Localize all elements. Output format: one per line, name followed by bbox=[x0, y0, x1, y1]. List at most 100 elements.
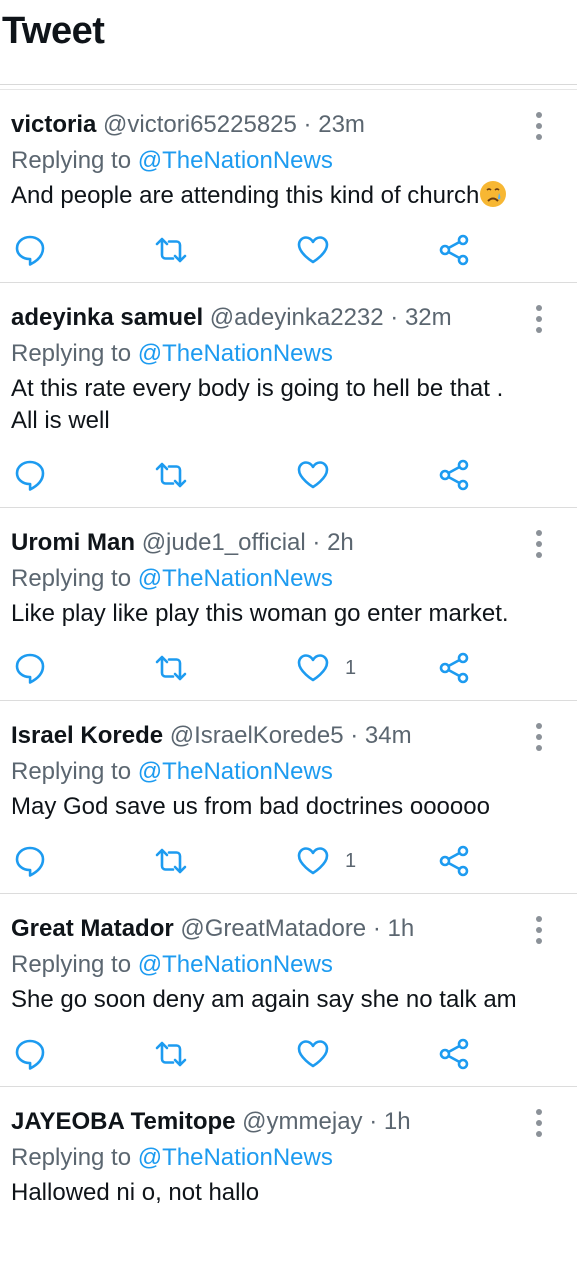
author-name[interactable]: adeyinka samuel bbox=[11, 304, 203, 331]
replying-to-label: Replying to bbox=[11, 340, 132, 367]
share-button[interactable] bbox=[436, 841, 472, 881]
heart-icon bbox=[297, 461, 329, 489]
tweet-text: Hallowed ni o, not hallo bbox=[11, 1179, 260, 1206]
mention-link[interactable]: @TheNationNews bbox=[138, 340, 333, 367]
like-count: 1 bbox=[345, 849, 357, 872]
reply-icon bbox=[15, 460, 45, 491]
timestamp[interactable]: 32m bbox=[405, 304, 452, 331]
mention-link[interactable]: @TheNationNews bbox=[138, 1144, 333, 1171]
heart-icon bbox=[297, 847, 329, 875]
mention-link[interactable]: @TheNationNews bbox=[138, 951, 333, 978]
reply-button[interactable] bbox=[12, 455, 48, 495]
replying-to-label: Replying to bbox=[11, 1144, 132, 1171]
share-button[interactable] bbox=[436, 230, 472, 270]
author-handle[interactable]: @jude1_official bbox=[142, 529, 306, 556]
tweet-text-content: And people are attending this kind of ch… bbox=[11, 182, 480, 209]
page-title: Tweet bbox=[2, 10, 105, 52]
heart-icon bbox=[297, 1040, 329, 1068]
page-header: Tweet bbox=[0, 0, 577, 90]
separator-dot: · bbox=[390, 304, 405, 331]
tweet-text: She go soon deny am again say she no tal… bbox=[11, 986, 517, 1013]
author-handle[interactable]: @victori65225825 bbox=[103, 111, 297, 138]
author-name[interactable]: Israel Korede bbox=[11, 722, 163, 749]
like-button[interactable]: 1 bbox=[295, 648, 356, 688]
share-button[interactable] bbox=[436, 1034, 472, 1074]
tweet[interactable]: victoria @victori65225825 · 23m Replying… bbox=[0, 90, 577, 283]
tweet-actions bbox=[0, 1034, 577, 1086]
more-options-icon[interactable] bbox=[531, 305, 547, 333]
more-options-icon[interactable] bbox=[531, 112, 547, 140]
author-handle[interactable]: @ymmejay bbox=[242, 1108, 362, 1135]
share-icon bbox=[439, 1038, 469, 1070]
reply-button[interactable] bbox=[12, 1034, 48, 1074]
tweet-actions: 1 bbox=[0, 841, 577, 893]
tweet[interactable]: Great Matador @GreatMatadore · 1h Replyi… bbox=[0, 894, 577, 1087]
replying-to-line: Replying to @TheNationNews bbox=[11, 146, 517, 176]
tweet-header: adeyinka samuel @adeyinka2232 · 32m bbox=[11, 303, 517, 333]
more-options-icon[interactable] bbox=[531, 1109, 547, 1137]
like-button[interactable]: 1 bbox=[295, 841, 356, 881]
tweet[interactable]: adeyinka samuel @adeyinka2232 · 32m Repl… bbox=[0, 283, 577, 508]
replying-to-label: Replying to bbox=[11, 758, 132, 785]
timestamp[interactable]: 1h bbox=[384, 1108, 411, 1135]
share-button[interactable] bbox=[436, 455, 472, 495]
mention-link[interactable]: @TheNationNews bbox=[138, 758, 333, 785]
replying-to-line: Replying to @TheNationNews bbox=[11, 564, 517, 594]
tweet-actions bbox=[0, 455, 577, 507]
like-count: 1 bbox=[345, 656, 357, 679]
like-button[interactable] bbox=[295, 230, 345, 270]
like-button[interactable] bbox=[295, 1034, 345, 1074]
separator-dot: · bbox=[372, 915, 388, 942]
timestamp[interactable]: 1h bbox=[388, 915, 415, 942]
author-handle[interactable]: @GreatMatadore bbox=[180, 915, 366, 942]
separator-dot: · bbox=[350, 722, 365, 749]
replying-to-label: Replying to bbox=[11, 565, 132, 592]
tweet-text: And people are attending this kind of ch… bbox=[11, 180, 517, 212]
retweet-button[interactable] bbox=[153, 648, 189, 688]
retweet-button[interactable] bbox=[153, 841, 189, 881]
tweet[interactable]: Uromi Man @jude1_official · 2h Replying … bbox=[0, 508, 577, 701]
share-icon bbox=[439, 652, 469, 684]
more-options-icon[interactable] bbox=[531, 723, 547, 751]
like-button[interactable] bbox=[295, 455, 345, 495]
tweet[interactable]: Israel Korede @IsraelKorede5 · 34m Reply… bbox=[0, 701, 577, 894]
heart-icon bbox=[297, 236, 329, 264]
tweet-text: Like play like play this woman go enter … bbox=[11, 600, 509, 627]
retweet-button[interactable] bbox=[153, 1034, 189, 1074]
retweet-icon bbox=[155, 462, 187, 488]
reply-feed: victoria @victori65225825 · 23m Replying… bbox=[0, 90, 577, 1209]
author-handle[interactable]: @IsraelKorede5 bbox=[170, 722, 344, 749]
reply-button[interactable] bbox=[12, 841, 48, 881]
separator-dot: · bbox=[303, 111, 319, 138]
replying-to-line: Replying to @TheNationNews bbox=[11, 950, 517, 980]
retweet-icon bbox=[155, 848, 187, 874]
timestamp[interactable]: 2h bbox=[327, 529, 354, 556]
author-name[interactable]: JAYEOBA Temitope bbox=[11, 1108, 236, 1135]
author-name[interactable]: Uromi Man bbox=[11, 529, 135, 556]
reply-icon bbox=[15, 1039, 45, 1070]
reply-icon bbox=[15, 235, 45, 266]
retweet-icon bbox=[155, 1041, 187, 1067]
more-options-icon[interactable] bbox=[531, 530, 547, 558]
author-handle[interactable]: @adeyinka2232 bbox=[210, 304, 384, 331]
author-name[interactable]: victoria bbox=[11, 111, 96, 138]
retweet-icon bbox=[155, 655, 187, 681]
mention-link[interactable]: @TheNationNews bbox=[138, 147, 333, 174]
author-name[interactable]: Great Matador bbox=[11, 915, 174, 942]
share-button[interactable] bbox=[436, 648, 472, 688]
reply-button[interactable] bbox=[12, 230, 48, 270]
retweet-button[interactable] bbox=[153, 230, 189, 270]
mention-link[interactable]: @TheNationNews bbox=[138, 565, 333, 592]
tweet-header: Israel Korede @IsraelKorede5 · 34m bbox=[11, 721, 517, 751]
tweet[interactable]: JAYEOBA Temitope @ymmejay · 1h Replying … bbox=[0, 1087, 577, 1209]
timestamp[interactable]: 23m bbox=[318, 111, 365, 138]
tweet-header: Great Matador @GreatMatadore · 1h bbox=[11, 914, 517, 944]
more-options-icon[interactable] bbox=[531, 916, 547, 944]
reply-button[interactable] bbox=[12, 648, 48, 688]
separator-dot: · bbox=[312, 529, 328, 556]
retweet-button[interactable] bbox=[153, 455, 189, 495]
replying-to-label: Replying to bbox=[11, 951, 132, 978]
reply-icon bbox=[15, 653, 45, 684]
separator-dot: · bbox=[369, 1108, 384, 1135]
timestamp[interactable]: 34m bbox=[365, 722, 412, 749]
